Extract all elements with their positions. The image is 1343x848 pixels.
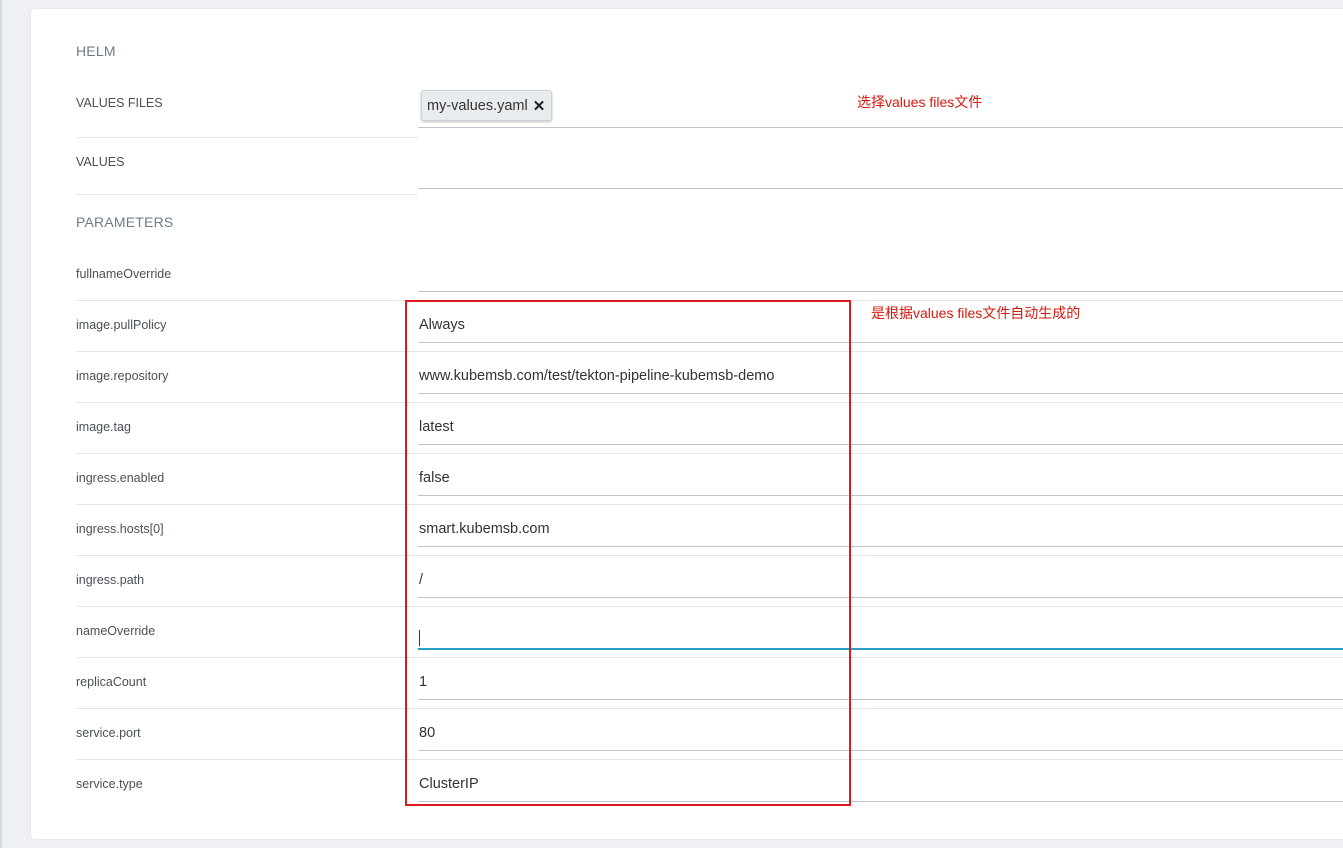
values-label: VALUES [76,155,125,169]
close-icon[interactable]: ✕ [533,97,546,115]
values-files-field[interactable] [418,127,1343,128]
values-file-chip-label: my-values.yaml [427,97,528,114]
param-label-image-tag: image.tag [76,420,131,434]
param-label-ingress-enabled: ingress.enabled [76,471,165,485]
param-label-ingress-hosts-0: ingress.hosts[0] [76,522,164,536]
divider [76,194,418,195]
param-label-replicacount: replicaCount [76,675,147,689]
param-label-fullnameoverride: fullnameOverride [76,267,172,281]
param-label-ingress-path: ingress.path [76,573,145,587]
helm-section-title: HELM [76,43,116,59]
values-files-label: VALUES FILES [76,96,163,110]
param-label-service-port: service.port [76,726,141,740]
annotation-params-note: 是根据values files文件自动生成的 [871,305,1081,321]
values-file-chip[interactable]: my-values.yaml ✕ [421,90,553,121]
param-label-image-pullpolicy: image.pullPolicy [76,318,167,332]
param-label-service-type: service.type [76,777,143,791]
values-field[interactable] [418,188,1343,189]
annotation-values-files-note: 选择values files文件 [857,94,983,110]
parameters-section-title: PARAMETERS [76,214,174,230]
annotation-highlight-box [405,300,851,806]
param-label-image-repository: image.repository [76,369,169,383]
page-left-edge [0,0,2,848]
param-label-nameoverride: nameOverride [76,624,156,638]
param-field-underline-fullnameoverride[interactable] [418,291,1343,292]
divider [76,137,418,138]
